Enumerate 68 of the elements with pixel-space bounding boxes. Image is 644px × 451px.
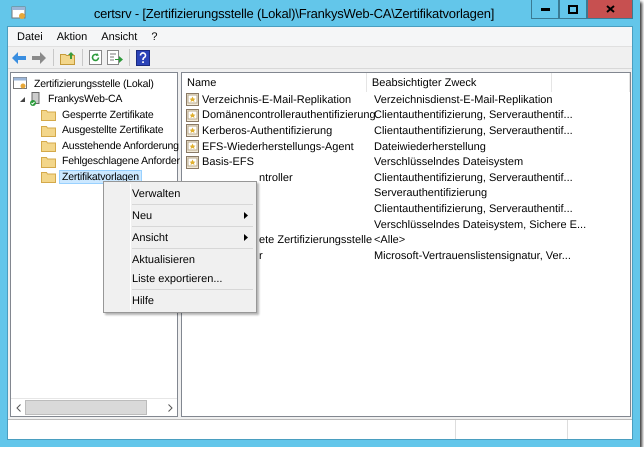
menu-item[interactable]: Liste exportieren... (104, 269, 256, 288)
template-name[interactable]: Domänencontrollerauthentifizierung (202, 109, 376, 122)
tree-item[interactable]: Zertifikatvorlagen (59, 170, 142, 184)
folder-icon (41, 139, 56, 152)
menu-bar-item[interactable]: ? (144, 30, 164, 42)
certificate-icon (186, 93, 199, 106)
menu-bar-item[interactable]: Aktion (50, 30, 94, 42)
server-icon (29, 92, 42, 106)
column-header[interactable]: Name (182, 73, 367, 92)
folder-icon (41, 154, 56, 168)
template-name[interactable]: Verzeichnis-E-Mail-Replikation (202, 94, 352, 106)
folder-icon (41, 108, 56, 122)
minimize-button[interactable] (531, 0, 559, 19)
folder-up-icon[interactable] (60, 50, 76, 64)
template-name[interactable]: ete Zertifizierungsstelle (259, 234, 372, 246)
tree-item[interactable]: Fehlgeschlagene Anforder (59, 154, 183, 168)
close-button[interactable] (587, 0, 633, 19)
template-name[interactable]: EFS-Wiederherstellungs-Agent (202, 140, 354, 153)
purpose-cell: Clientauthentifizierung, Serverauthentif... (374, 109, 573, 122)
tree-item[interactable]: FrankysWeb-CA (45, 92, 126, 106)
certificate-icon (186, 124, 199, 138)
certificate-icon (186, 156, 199, 169)
template-name[interactable]: ntroller (259, 172, 293, 184)
purpose-cell: Verzeichnisdienst-E-Mail-Replikation (374, 94, 553, 106)
export-list-icon[interactable] (107, 50, 123, 65)
purpose-cell: Serverauthentifizierung (374, 187, 488, 200)
menu-item[interactable]: Aktualisieren (104, 250, 256, 269)
maximize-icon (568, 4, 578, 14)
menu-item[interactable]: Neu (104, 206, 256, 225)
certificate-icon (186, 108, 199, 122)
tree-item[interactable]: Ausstehende Anforderung (59, 138, 182, 153)
scrollbar-thumb[interactable] (25, 400, 147, 415)
purpose-cell: <Alle> (374, 234, 406, 246)
menu-bar-item[interactable]: Ansicht (94, 30, 144, 42)
expanded-arrow-icon[interactable] (19, 96, 26, 103)
template-name[interactable]: Basis-EFS (202, 156, 254, 168)
purpose-cell: Dateiwiederherstellung (374, 140, 486, 153)
scroll-right-icon[interactable] (168, 404, 172, 412)
app-icon (11, 5, 27, 21)
tree-item[interactable]: Zertifizierungsstelle (Lokal) (31, 76, 157, 91)
folder-icon (41, 124, 56, 137)
menu-item[interactable]: Ansicht (104, 228, 256, 247)
purpose-cell: Clientauthentifizierung, Serverauthentif... (374, 124, 573, 137)
purpose-cell: Verschlüsselndes Dateisystem, Sichere E... (374, 218, 586, 231)
folder-icon (41, 170, 56, 184)
forward-arrow-icon[interactable] (31, 50, 47, 64)
menu-item[interactable]: Verwalten (104, 184, 256, 203)
refresh-icon[interactable] (89, 50, 103, 65)
help-icon[interactable] (136, 50, 150, 66)
tree-item[interactable]: Ausgestellte Zertifikate (59, 123, 166, 138)
menu-bar-item[interactable]: Datei (10, 30, 50, 42)
horizontal-scrollbar[interactable] (11, 398, 177, 416)
window-title: certsrv - [Zertifizierungsstelle (Lokal)\FrankysWeb-CA\Zertifikatvorlagen] (92, 6, 496, 20)
column-header[interactable]: Beabsichtigter Zweck (366, 73, 552, 92)
scroll-left-icon[interactable] (16, 404, 20, 412)
console-icon (13, 77, 28, 90)
menu-item[interactable]: Hilfe (104, 291, 256, 310)
back-arrow-icon[interactable] (11, 50, 27, 64)
close-icon (606, 5, 614, 13)
purpose-cell: Verschlüsselndes Dateisystem (374, 156, 524, 168)
certificate-icon (186, 140, 199, 154)
template-name[interactable]: r (259, 250, 263, 262)
purpose-cell: Microsoft-Vertrauenslistensignatur, Ver... (374, 250, 571, 262)
template-name[interactable]: Kerberos-Authentifizierung (202, 124, 332, 137)
minimize-icon (540, 8, 550, 10)
purpose-cell: Clientauthentifizierung, Serverauthentif... (374, 172, 573, 184)
purpose-cell: Clientauthentifizierung, Serverauthentif... (374, 202, 573, 215)
tree-item[interactable]: Gesperrte Zertifikate (59, 108, 156, 122)
